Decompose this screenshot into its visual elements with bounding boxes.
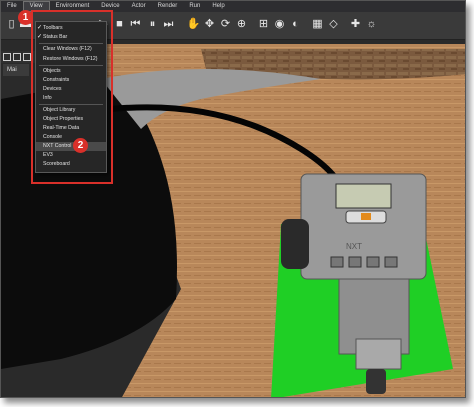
nxt-label: NXT [346, 242, 362, 251]
left-wheel [281, 219, 309, 269]
wireframe-icon[interactable]: ◇ [327, 18, 340, 31]
tab-main[interactable]: Mai [3, 64, 29, 76]
stop-icon[interactable]: ■ [113, 18, 126, 31]
rotate-icon[interactable]: ⟳ [219, 18, 232, 31]
grid-icon[interactable]: ▦ [311, 18, 324, 31]
menu-run[interactable]: Run [183, 1, 206, 12]
callout-badge-2: 2 [73, 138, 88, 153]
callout-frame [31, 10, 113, 184]
light-icon[interactable]: ☼ [365, 18, 378, 31]
menu-file[interactable]: File [1, 1, 23, 12]
nxt-orange-button [361, 213, 371, 220]
move-icon[interactable]: ✥ [203, 18, 216, 31]
camera-icon[interactable]: ◉ [273, 18, 286, 31]
shadow-icon[interactable]: ◐ [289, 18, 302, 31]
new-icon[interactable]: ▯ [5, 18, 18, 31]
step-back-icon[interactable]: ⏮ [129, 18, 142, 31]
nxt-screen [335, 183, 392, 209]
panel-icon-3[interactable] [23, 53, 31, 61]
fit-view-icon[interactable]: ⊞ [257, 18, 270, 31]
panel-icon-1[interactable] [3, 53, 11, 61]
hand-icon[interactable]: ✋ [187, 18, 201, 31]
menu-help[interactable]: Help [206, 1, 230, 12]
callout-badge-1: 1 [18, 10, 33, 25]
menu-render[interactable]: Render [152, 1, 184, 12]
application-window: NXT File View Environment Device Actor R… [0, 0, 466, 398]
caster-wheel [366, 369, 386, 394]
zoom-icon[interactable]: ⊕ [235, 18, 248, 31]
menu-actor[interactable]: Actor [126, 1, 152, 12]
pause-icon[interactable]: ⏸ [146, 18, 159, 31]
axis-icon[interactable]: ✚ [349, 18, 362, 31]
panel-icon-2[interactable] [13, 53, 21, 61]
step-forward-icon[interactable]: ⏭ [162, 18, 175, 31]
